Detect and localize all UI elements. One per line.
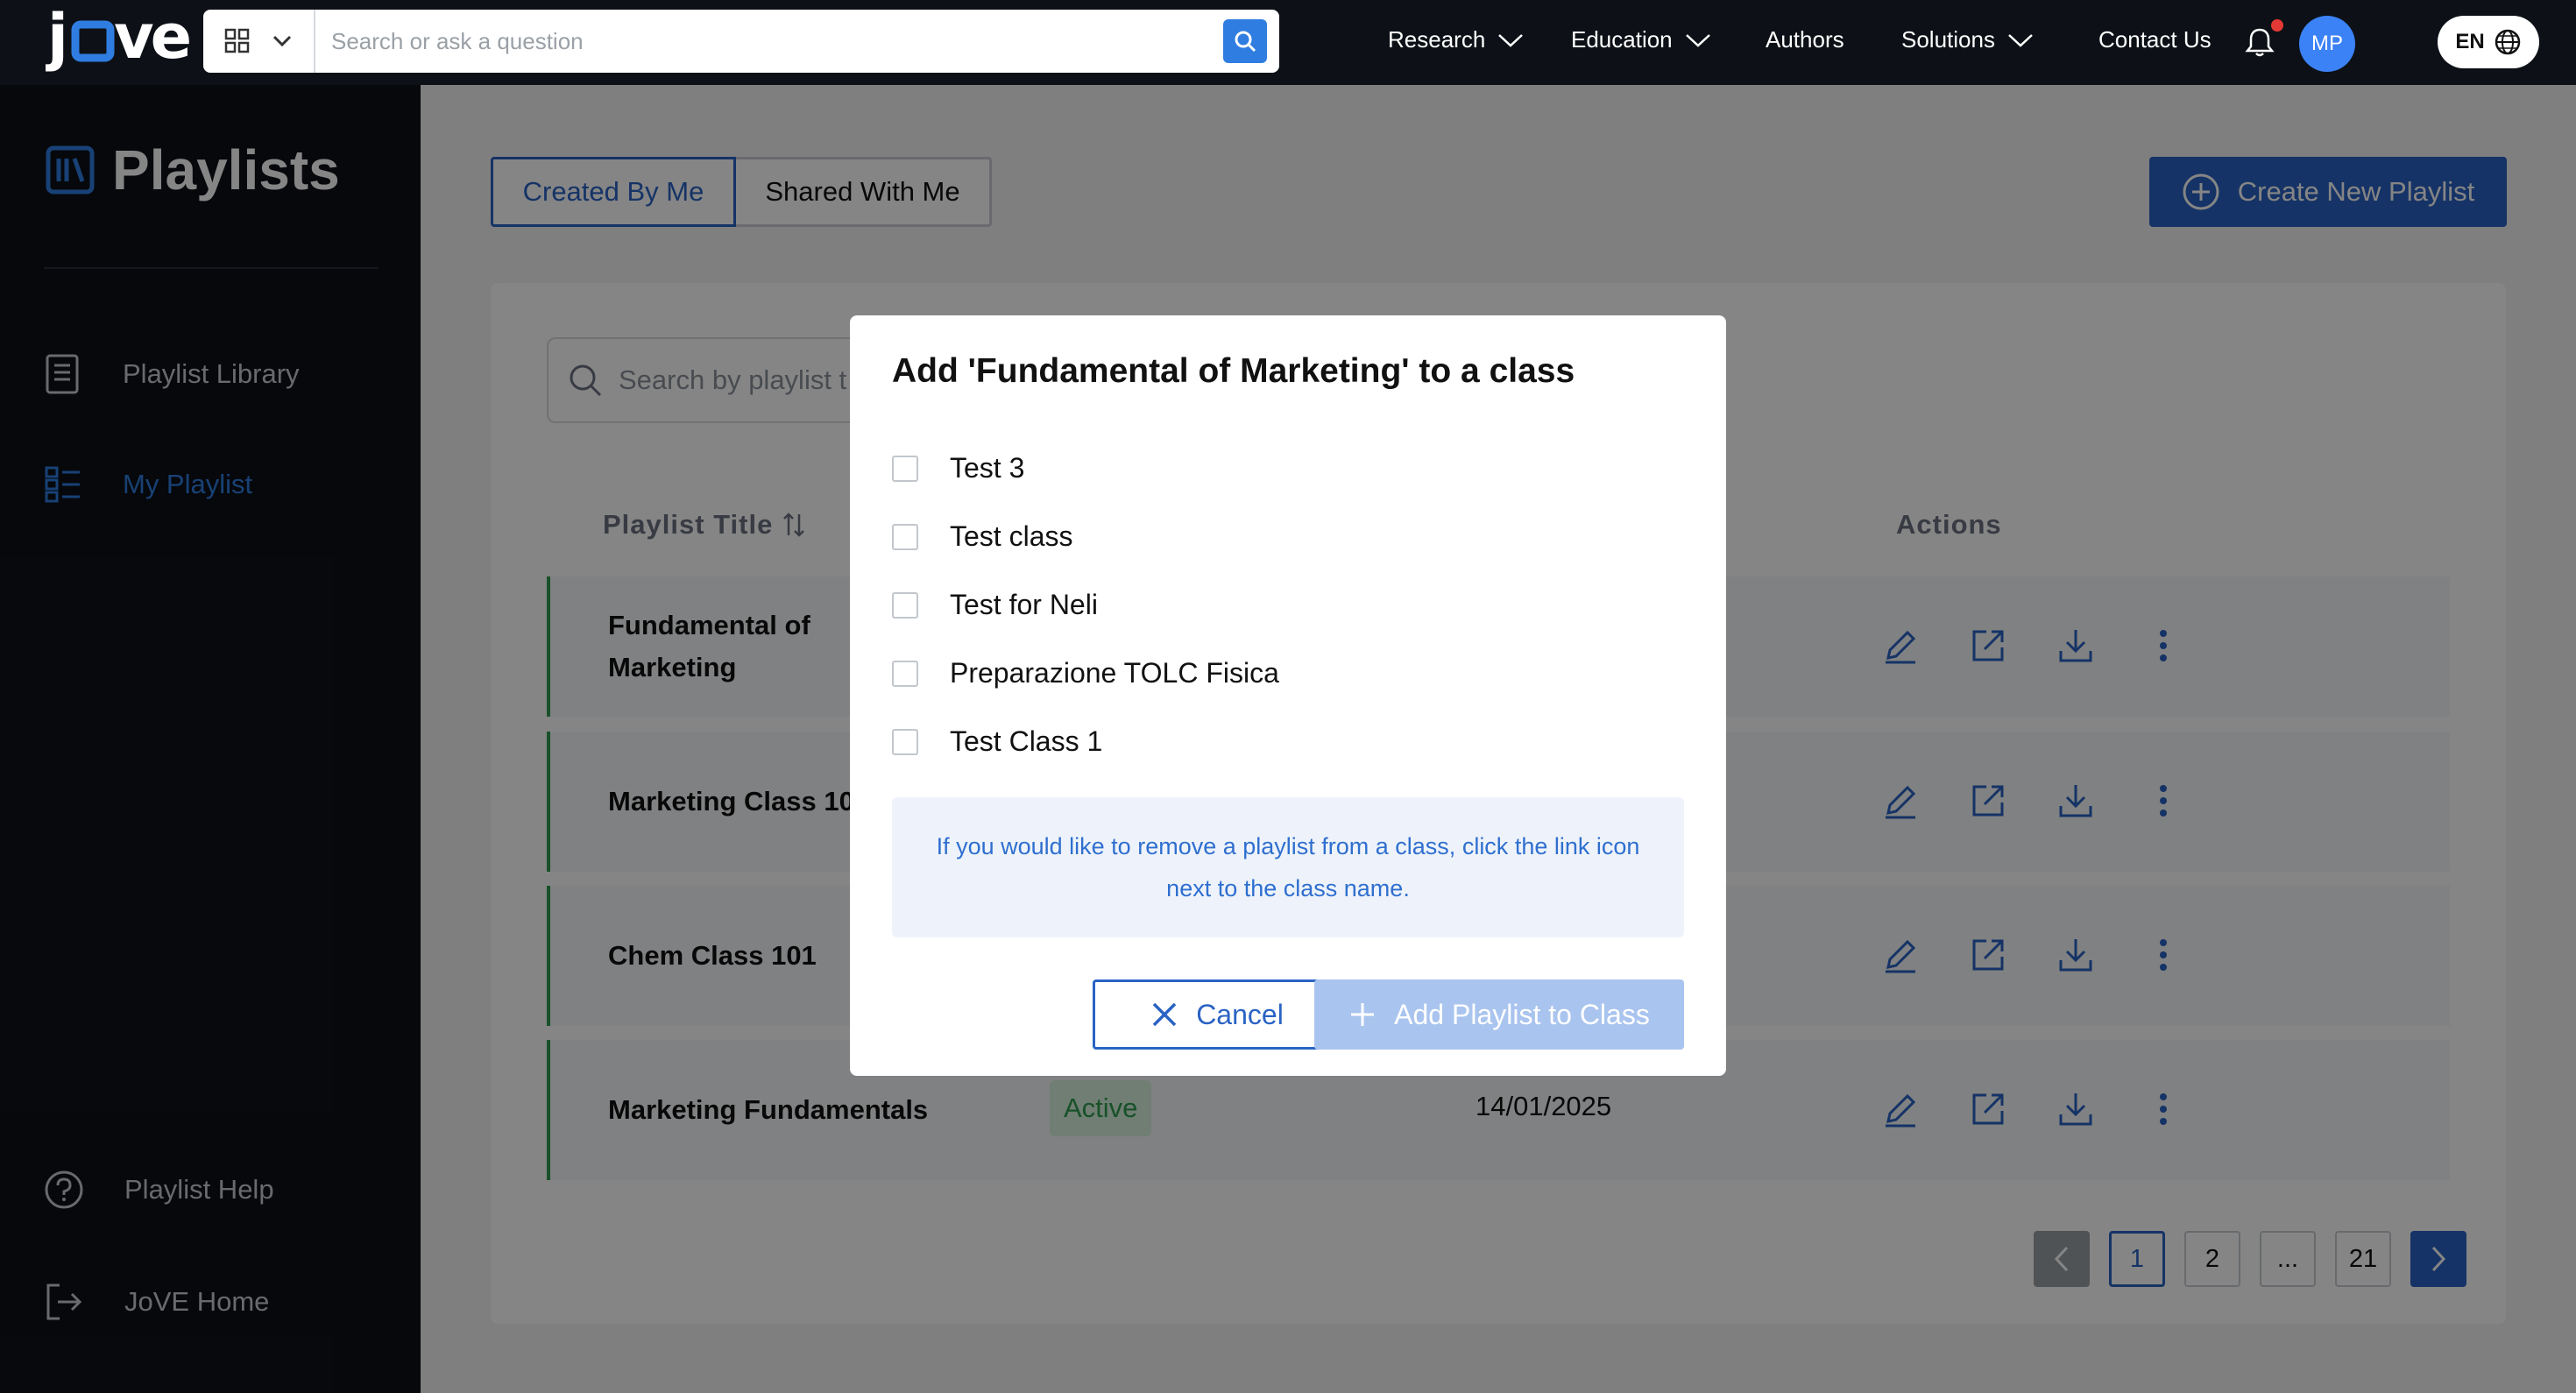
jove-logo[interactable]: j ve <box>45 1 195 82</box>
globe-icon <box>2495 29 2520 55</box>
nav-solutions[interactable]: Solutions <box>1901 26 2034 53</box>
chevron-down-icon <box>1498 33 1524 47</box>
cancel-button[interactable]: Cancel <box>1093 979 1341 1050</box>
info-message: If you would like to remove a playlist f… <box>892 797 1684 937</box>
plus-icon <box>1351 1003 1375 1026</box>
dialog-title: Add 'Fundamental of Marketing' to a clas… <box>892 352 1575 390</box>
search-scope-dropdown[interactable] <box>203 10 315 73</box>
class-option-test-3[interactable]: Test 3 <box>892 452 1024 484</box>
top-navigation-bar: j ve Research Educa <box>0 0 2576 85</box>
nav-education[interactable]: Education <box>1571 26 1711 53</box>
add-playlist-to-class-button[interactable]: Add Playlist to Class <box>1314 979 1684 1050</box>
grid-icon <box>224 28 250 53</box>
checkbox[interactable] <box>892 728 918 755</box>
nav-authors[interactable]: Authors <box>1766 26 1844 53</box>
checkbox[interactable] <box>892 591 918 619</box>
avatar[interactable]: MP <box>2299 16 2355 72</box>
svg-text:j: j <box>46 4 66 73</box>
chevron-down-icon <box>2008 33 2033 47</box>
close-icon <box>1152 1002 1177 1027</box>
class-option-test-for-neli[interactable]: Test for Neli <box>892 589 1098 621</box>
svg-text:ve: ve <box>114 4 190 73</box>
notifications-button[interactable] <box>2245 26 2275 62</box>
bell-icon <box>2245 28 2275 57</box>
class-option-test-class[interactable]: Test class <box>892 520 1072 553</box>
add-to-class-dialog: Add 'Fundamental of Marketing' to a clas… <box>850 315 1726 1076</box>
class-option-test-class-1[interactable]: Test Class 1 <box>892 725 1102 758</box>
checkbox[interactable] <box>892 523 918 550</box>
language-selector[interactable]: EN <box>2438 16 2539 68</box>
class-option-preparazione-tolc-fisica[interactable]: Preparazione TOLC Fisica <box>892 657 1279 689</box>
chevron-down-icon <box>272 35 292 47</box>
nav-research[interactable]: Research <box>1388 26 1524 53</box>
search-button[interactable] <box>1223 19 1267 63</box>
checkbox[interactable] <box>892 660 918 687</box>
search-input[interactable] <box>315 10 1223 73</box>
global-search-bar <box>203 10 1279 73</box>
notification-badge <box>2271 19 2283 32</box>
chevron-down-icon <box>1685 33 1710 47</box>
search-icon <box>1235 31 1256 53</box>
nav-contact-us[interactable]: Contact Us <box>2098 26 2212 53</box>
checkbox[interactable] <box>892 455 918 482</box>
